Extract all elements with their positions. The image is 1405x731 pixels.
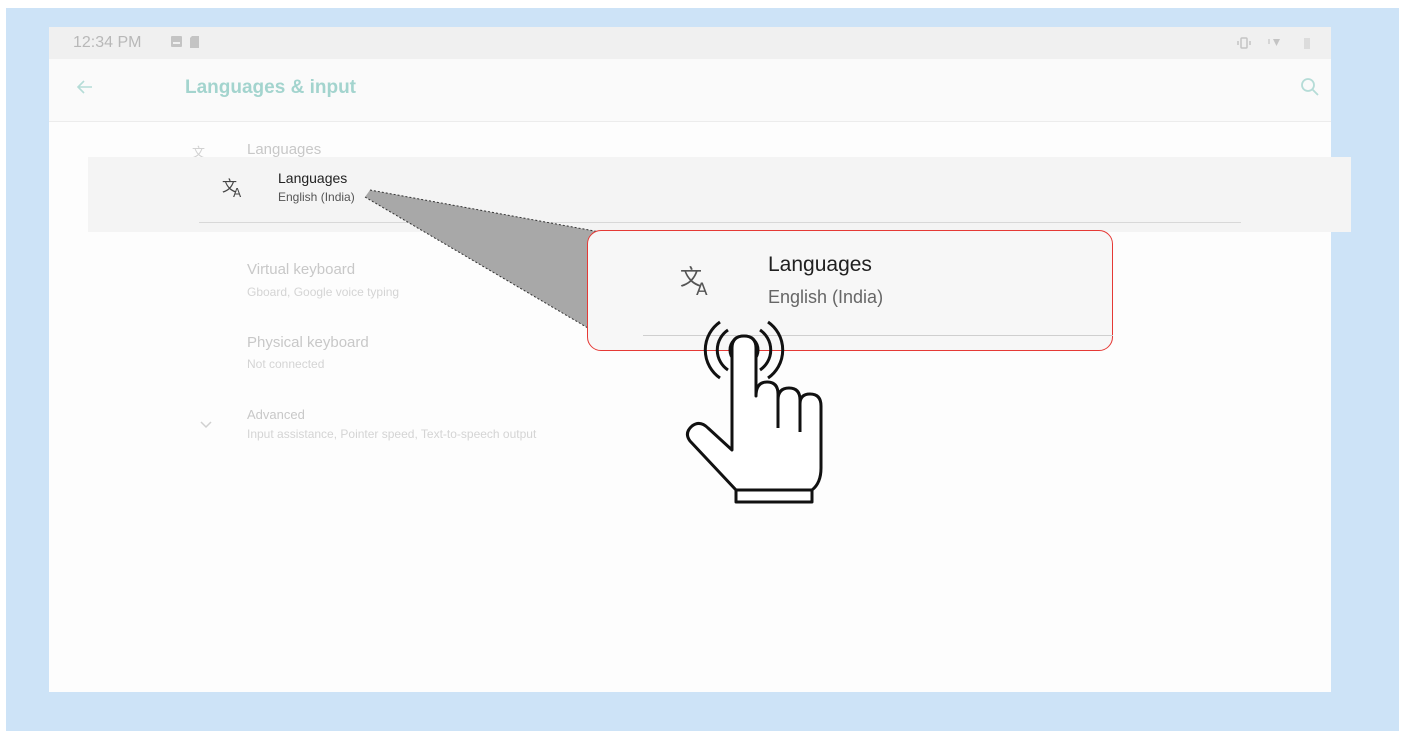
tap-hand-icon [685,320,823,504]
zoom-subtitle: English (India) [768,287,884,307]
svg-text:A: A [696,280,708,297]
zoom-title: Languages [768,253,872,276]
zoom-callout: 文 A Languages English (India) [587,230,1113,351]
translate-icon: 文 A [680,263,718,302]
